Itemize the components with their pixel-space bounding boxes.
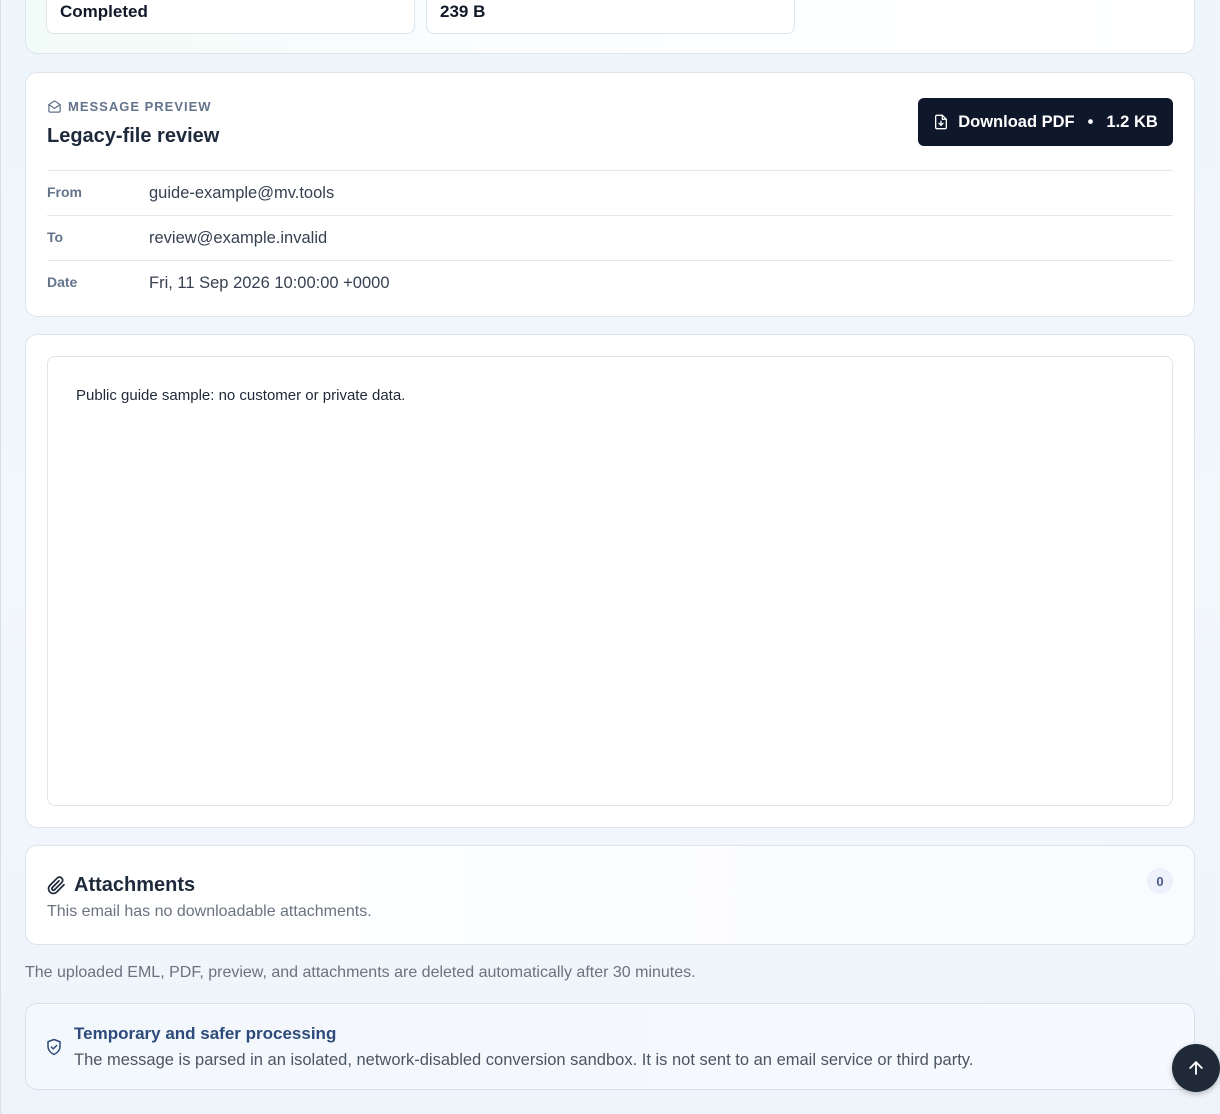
from-label: From (47, 184, 82, 200)
safety-text: The message is parsed in an isolated, ne… (74, 1051, 974, 1069)
stats-card: Completed 239 B (25, 0, 1195, 54)
arrow-up-icon (1189, 1061, 1203, 1075)
message-preview-card: Message preview Legacy-file review Downl… (25, 72, 1195, 317)
status-stat: Completed (46, 0, 415, 34)
file-download-icon (935, 114, 948, 130)
meta-row-from: From guide-example@mv.tools (47, 170, 1173, 215)
download-separator: • (1087, 112, 1094, 131)
date-label: Date (47, 274, 78, 290)
safety-card: Temporary and safer processing The messa… (25, 1003, 1195, 1090)
message-body-text: Public guide sample: no customer or priv… (76, 387, 406, 404)
message-body-frame[interactable]: Public guide sample: no customer or priv… (47, 356, 1173, 806)
envelope-open-icon (48, 100, 61, 113)
meta-row-to: To review@example.invalid (47, 215, 1173, 260)
download-label: Download PDF (958, 112, 1075, 131)
size-stat: 239 B (426, 0, 795, 34)
meta-row-date: Date Fri, 11 Sep 2026 10:00:00 +0000 (47, 260, 1173, 305)
attachments-card: Attachments This email has no downloadab… (25, 845, 1195, 945)
retention-note: The uploaded EML, PDF, preview, and atta… (25, 964, 696, 981)
attachments-count-badge: 0 (1147, 868, 1173, 894)
status-value: Completed (60, 2, 148, 21)
size-value: 239 B (440, 2, 486, 21)
message-subject: Legacy-file review (47, 125, 220, 147)
message-body-card: Public guide sample: no customer or priv… (25, 334, 1195, 828)
to-value: review@example.invalid (149, 229, 328, 247)
message-preview-eyebrow: Message preview (47, 99, 212, 114)
attachments-title: Attachments (74, 874, 196, 896)
to-label: To (47, 229, 64, 245)
shield-check-icon (47, 1038, 61, 1056)
attachments-heading: Attachments (47, 874, 195, 897)
download-size: 1.2 KB (1106, 112, 1158, 131)
attachments-subtitle: This email has no downloadable attachmen… (47, 903, 372, 920)
date-value: Fri, 11 Sep 2026 10:00:00 +0000 (149, 274, 390, 292)
download-pdf-button[interactable]: Download PDF • 1.2 KB (918, 98, 1173, 146)
scroll-to-top-button[interactable] (1172, 1044, 1220, 1092)
paperclip-icon (47, 876, 65, 895)
safety-title: Temporary and safer processing (74, 1024, 337, 1043)
from-value: guide-example@mv.tools (149, 184, 335, 202)
eyebrow-label: Message preview (68, 99, 212, 114)
